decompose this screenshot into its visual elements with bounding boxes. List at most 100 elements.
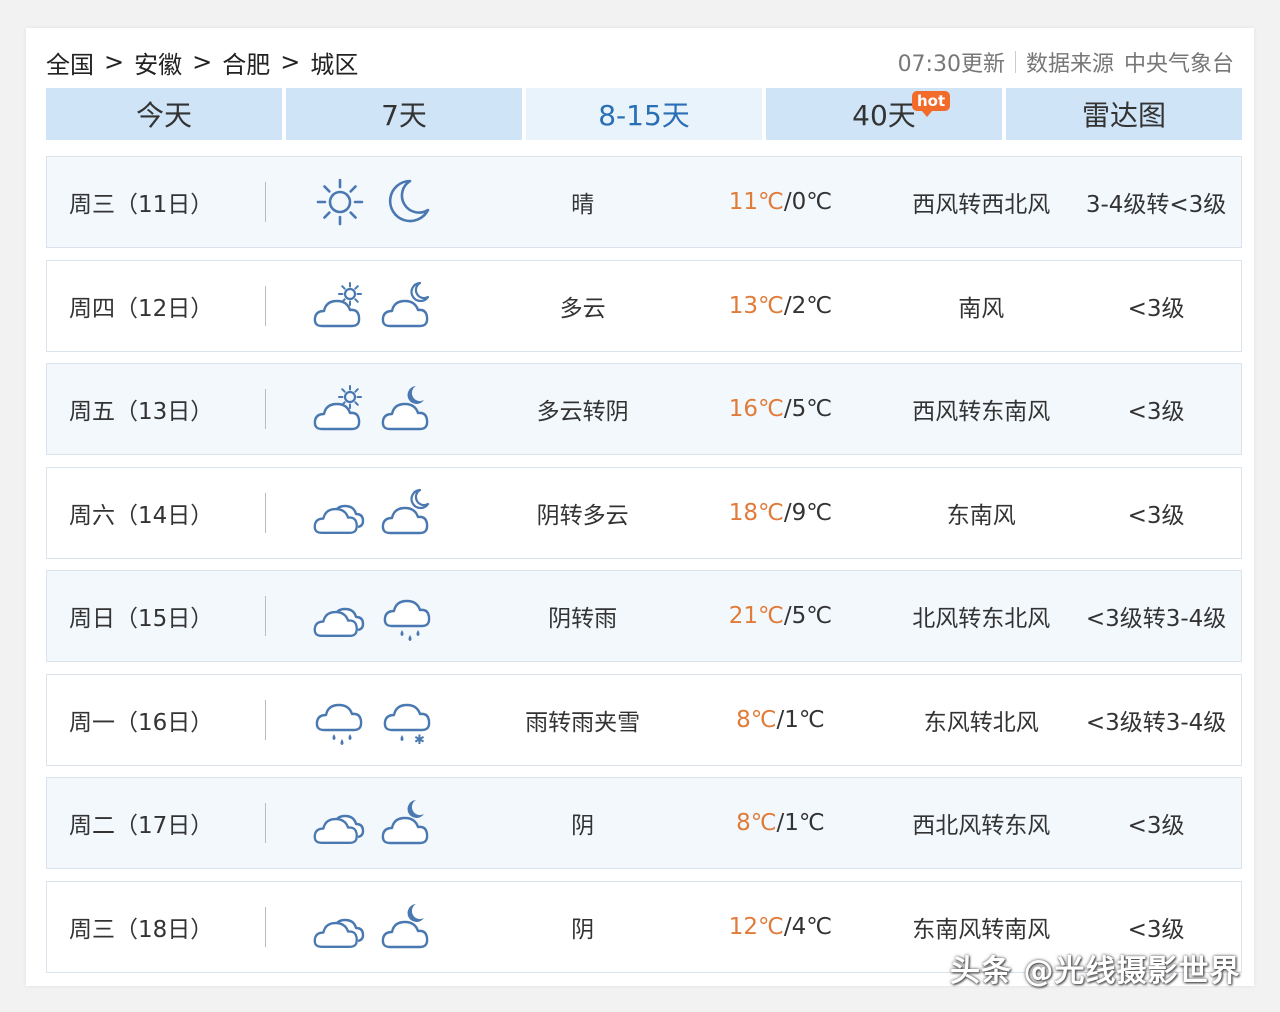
- temperature-high: 16℃: [728, 396, 784, 422]
- wind-level: <3级转3-4级: [1085, 709, 1227, 736]
- moon-icon: [388, 179, 430, 223]
- overcast-icon: [313, 918, 365, 948]
- temperature-range: 18℃/9℃: [670, 500, 892, 526]
- partly-cloudy-night-icon: [381, 281, 429, 327]
- weather-description: 阴: [571, 916, 595, 943]
- forecast-day: 周日（15日）: [69, 606, 214, 632]
- weather-icons: [266, 588, 496, 644]
- breadcrumb-country[interactable]: 全国: [46, 45, 94, 80]
- temperature-low: /5℃: [783, 396, 833, 422]
- rain-icon: [383, 599, 431, 641]
- forecast-row: 周五（13日） 多云转阴 16℃/5℃ 西风转东南风 <3级: [46, 363, 1242, 455]
- source-label: 数据来源: [1025, 52, 1114, 77]
- wind-level: <3级转3-4级: [1085, 606, 1227, 632]
- temperature-high: 8℃: [736, 706, 777, 733]
- forecast-day: 周二（17日）: [69, 813, 214, 839]
- temperature-high: 21℃: [728, 603, 784, 629]
- forecast-tabs: 今天 7天 8-15天 40天 hot 雷达图: [46, 88, 1242, 140]
- forecast-day: 周六（14日）: [69, 502, 214, 529]
- weather-description: 晴: [571, 192, 595, 218]
- overcast-icon: [313, 504, 365, 534]
- breadcrumb-province[interactable]: 安徽: [134, 45, 182, 80]
- partly-cloudy-day-icon: [313, 281, 362, 327]
- sleet-icon: ✱: [383, 703, 431, 748]
- forecast-row: 周六（14日） 阴转多云 18℃/9℃ 东南风 <3级: [46, 466, 1242, 559]
- forecast-row: 周三（11日） 晴 11℃/0℃ 西风转西北风 3-4级转<3级: [46, 156, 1242, 248]
- watermark: 头条 @光线摄影世界: [950, 954, 1241, 989]
- cloudy-night-icon: [381, 800, 429, 845]
- weather-description: 阴: [571, 813, 595, 839]
- tab-label: 40天: [852, 99, 916, 132]
- sun-icon: [316, 178, 364, 226]
- wind-direction: 东南风: [946, 502, 1016, 529]
- wind-level: <3级: [1127, 916, 1185, 943]
- temperature-range: 8℃/1℃: [670, 810, 892, 836]
- wind-level: 3-4级转<3级: [1085, 192, 1227, 218]
- weather-icons: [266, 174, 496, 230]
- weather-description: 雨转雨夹雪: [525, 709, 641, 736]
- temperature-low: /0℃: [783, 189, 833, 215]
- forecast-day: 周五（13日）: [69, 399, 214, 425]
- forecast-day: 周一（16日）: [69, 709, 214, 736]
- cloudy-night-icon: [381, 903, 429, 948]
- temperature-low: /1℃: [776, 706, 825, 733]
- temperature-low: /5℃: [783, 603, 833, 629]
- tab-radar[interactable]: 雷达图: [1006, 88, 1242, 140]
- wind-direction: 西北风转东风: [912, 813, 1051, 839]
- wind-level: <3级: [1127, 502, 1185, 529]
- tab-label: 8-15天: [598, 99, 690, 132]
- tab-today[interactable]: 今天: [46, 88, 282, 140]
- wind-direction: 北风转东北风: [912, 606, 1051, 632]
- overcast-icon: [313, 814, 365, 844]
- hot-badge: hot: [912, 91, 951, 117]
- forecast-row: 周二（17日） 阴 8℃/1℃ 西北风转东风 <3级: [46, 777, 1242, 869]
- wind-level: <3级: [1127, 295, 1185, 322]
- wind-direction: 东南风转南风: [912, 916, 1051, 943]
- breadcrumb-separator: >: [280, 48, 301, 76]
- weather-description: 阴转多云: [536, 502, 629, 529]
- wind-direction: 南风: [958, 295, 1005, 322]
- wind-direction: 东风转北风: [923, 709, 1039, 736]
- wind-level: <3级: [1127, 813, 1185, 839]
- breadcrumb-separator: >: [192, 48, 213, 76]
- update-time: 07:30更新: [897, 52, 1005, 77]
- temperature-high: 8℃: [736, 810, 777, 836]
- wind-level: <3级: [1127, 399, 1185, 425]
- temperature-high: 12℃: [728, 913, 784, 940]
- weather-icons: [266, 485, 496, 541]
- update-meta: 07:30更新 数据来源 中央气象台: [898, 46, 1234, 78]
- wind-direction: 西风转西北风: [912, 192, 1051, 218]
- cloudy-night-icon: [381, 386, 429, 431]
- partly-cloudy-day-icon: [313, 385, 362, 431]
- temperature-high: 13℃: [728, 292, 784, 319]
- forecast-day: 周三（11日）: [69, 192, 214, 218]
- weather-description: 多云: [559, 295, 606, 322]
- weather-icons: [266, 278, 496, 334]
- overcast-icon: [313, 607, 365, 637]
- breadcrumb-separator: >: [104, 48, 125, 76]
- tab-7-days[interactable]: 7天: [286, 88, 522, 140]
- forecast-row: 周一（16日） ✱ 雨转雨夹雪 8℃/1℃ 东风转北风 <3级转3-4级: [46, 673, 1242, 766]
- breadcrumb-city[interactable]: 合肥: [222, 45, 270, 80]
- temperature-range: 13℃/2℃: [670, 293, 892, 319]
- wind-direction: 西风转东南风: [912, 399, 1051, 425]
- temperature-low: /1℃: [776, 810, 825, 836]
- weather-icons: ✱: [266, 692, 496, 748]
- weather-icons: [266, 795, 496, 851]
- temperature-low: /4℃: [783, 913, 833, 940]
- forecast-row: 周日（15日） 阴转雨 21℃/5℃ 北风转东北风 <3级转3-4级: [46, 570, 1242, 662]
- weather-description: 多云转阴: [536, 399, 629, 425]
- tab-8-15-days[interactable]: 8-15天: [526, 88, 762, 140]
- tab-label: 7天: [381, 99, 427, 132]
- temperature-range: 12℃/4℃: [670, 914, 892, 940]
- tab-40-days[interactable]: 40天 hot: [766, 88, 1002, 140]
- top-bar: 全国 > 安徽 > 合肥 > 城区 07:30更新 数据来源 中央气象台: [46, 42, 1234, 82]
- forecast-list: 周三（11日） 晴 11℃/0℃ 西风转西北风 3-4级转<3级 周四（12日）…: [46, 156, 1242, 984]
- temperature-low: /2℃: [783, 292, 833, 319]
- temperature-high: 11℃: [728, 189, 784, 215]
- partly-cloudy-night-icon: [381, 488, 429, 534]
- breadcrumb: 全国 > 安徽 > 合肥 > 城区: [46, 45, 358, 80]
- tab-label: 雷达图: [1081, 99, 1166, 132]
- forecast-day: 周四（12日）: [69, 295, 214, 322]
- meta-divider: [1014, 51, 1016, 73]
